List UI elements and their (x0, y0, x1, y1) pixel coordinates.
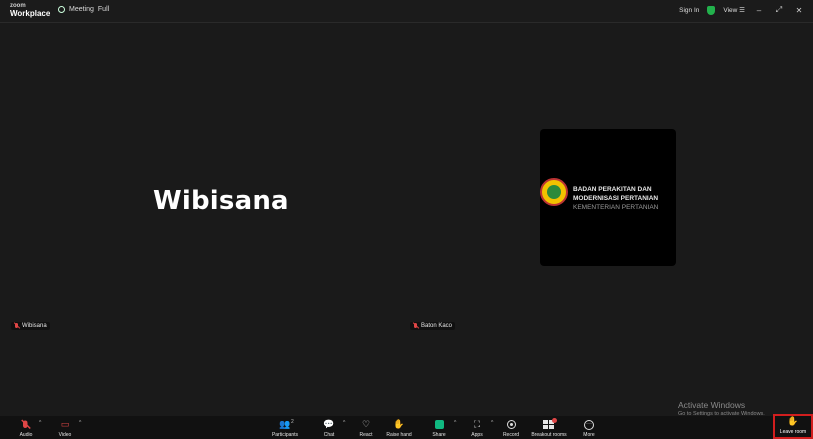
chat-label: Chat (323, 432, 335, 438)
video-off-icon: ▭ (60, 419, 70, 429)
share-icon (433, 419, 445, 430)
audio-caret-icon[interactable]: ^ (39, 420, 41, 426)
shield-icon[interactable] (707, 5, 716, 15)
meeting-icon (58, 6, 65, 13)
chat-caret-icon[interactable]: ^ (343, 420, 345, 426)
mic-off-icon (413, 323, 419, 329)
meeting-label: Meeting (69, 6, 94, 13)
participants-icon: 👥 (279, 419, 291, 429)
ministry-logo-text: BADAN PERAKITAN DAN MODERNISASI PERTANIA… (573, 185, 658, 212)
meeting-stage (0, 24, 813, 416)
leave-icon: ✋ (787, 416, 799, 426)
participant-label-right: Baton Kaco (410, 322, 456, 330)
sign-in-link[interactable]: Sign In (679, 7, 699, 14)
record-button[interactable]: Record (502, 417, 520, 438)
brand-bottom: Workplace (10, 9, 51, 18)
participants-label: Participants (271, 432, 299, 438)
participant-name-large: Wibisana (153, 186, 289, 216)
view-button[interactable]: View ☰ (723, 6, 745, 14)
breakout-rooms-button[interactable]: Breakout rooms (530, 417, 568, 438)
more-label: More (583, 432, 595, 438)
leave-room-label: Leave room (779, 429, 807, 435)
breakout-rooms-label: Breakout rooms (531, 432, 567, 438)
breakout-rooms-icon (543, 417, 557, 430)
record-label: Record (502, 432, 520, 438)
mic-off-icon (14, 323, 20, 329)
meeting-info[interactable]: Meeting Full (58, 6, 109, 13)
minimize-icon[interactable]: – (753, 6, 765, 15)
participants-count: 2 (291, 419, 294, 425)
participant-label-text: Baton Kaco (421, 323, 453, 329)
participant-video-tile[interactable]: BADAN PERAKITAN DAN MODERNISASI PERTANIA… (540, 129, 676, 266)
apps-icon: ⛶ (473, 419, 481, 429)
maximize-icon[interactable]: ⤢ (773, 5, 785, 15)
audio-label: Audio (19, 432, 33, 438)
participants-button[interactable]: 👥 Participants (270, 417, 300, 439)
video-button[interactable]: ▭ Video (55, 417, 75, 439)
meeting-sub: Full (97, 6, 110, 13)
close-icon[interactable]: ✕ (793, 6, 805, 15)
meeting-toolbar: Audio ^ ▭ Video ^ 👥 Participants 2 💬 Cha… (0, 416, 813, 439)
share-label: Share (432, 432, 446, 438)
grid-icon: ☰ (739, 7, 745, 14)
raise-hand-icon: ✋ (393, 419, 405, 429)
share-caret-icon[interactable]: ^ (454, 420, 456, 426)
windows-activation-watermark: Activate Windows Go to Settings to activ… (678, 400, 765, 417)
titlebar-controls: Sign In View ☰ – ⤢ ✕ (679, 5, 805, 15)
apps-caret-icon[interactable]: ^ (491, 420, 493, 426)
apps-label: Apps (471, 432, 483, 438)
more-icon: ··· (583, 419, 595, 430)
logo-line-1: BADAN PERAKITAN DAN (573, 186, 652, 193)
watermark-title: Activate Windows (678, 400, 746, 410)
raise-hand-label: Raise hand (386, 432, 412, 438)
react-button[interactable]: ♡ React (357, 417, 375, 439)
logo-line-3: KEMENTERIAN PERTANIAN (573, 204, 659, 211)
react-icon: ♡ (361, 419, 371, 429)
react-label: React (359, 432, 373, 438)
title-bar: zoom Workplace Meeting Full Sign In View… (0, 0, 813, 23)
ministry-logo-emblem (540, 178, 568, 206)
mic-off-icon (20, 419, 32, 430)
share-button[interactable]: Share (430, 417, 448, 438)
zoom-logo: zoom Workplace (10, 2, 50, 18)
participant-label-text: Wibisana (22, 323, 47, 329)
video-caret-icon[interactable]: ^ (79, 420, 81, 426)
view-label: View (723, 7, 738, 14)
chat-icon: 💬 (323, 419, 335, 429)
chat-button[interactable]: 💬 Chat (320, 417, 338, 439)
record-icon (505, 419, 517, 430)
participant-label-left: Wibisana (11, 322, 50, 330)
apps-button[interactable]: ⛶ Apps (468, 417, 486, 439)
leave-room-button[interactable]: ✋ Leave room (773, 414, 813, 439)
raise-hand-button[interactable]: ✋ Raise hand (385, 417, 413, 439)
more-button[interactable]: ··· More (580, 417, 598, 438)
audio-button[interactable]: Audio (16, 417, 36, 438)
logo-line-2: MODERNISASI PERTANIAN (573, 195, 659, 202)
video-label: Video (58, 432, 72, 438)
